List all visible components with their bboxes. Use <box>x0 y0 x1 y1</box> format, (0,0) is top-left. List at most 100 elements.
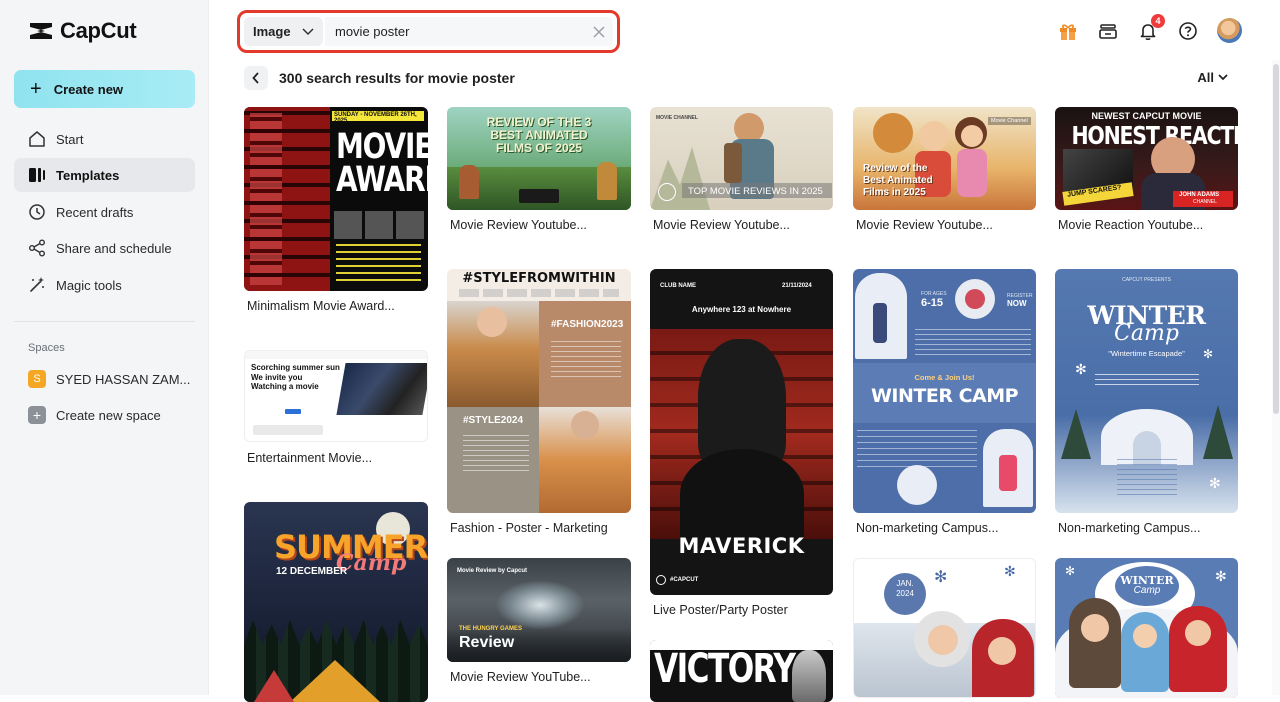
scrollbar-thumb[interactable] <box>1273 64 1279 414</box>
poster-title: Review <box>459 634 515 651</box>
sidebar-item-start[interactable]: Start <box>14 122 195 156</box>
help-button[interactable] <box>1177 20 1199 42</box>
poster-title: VICTORY <box>654 646 796 692</box>
snowflake-icon: ✻ <box>934 569 948 586</box>
filter-value: All <box>1197 70 1214 85</box>
user-avatar[interactable] <box>1217 18 1242 43</box>
share-icon <box>29 239 45 257</box>
template-card-winter-january[interactable]: JAN. 2024 ✻ ✻ <box>853 558 1036 698</box>
chevron-left-icon <box>252 72 259 84</box>
poster-tag: #FASHION2023 <box>551 319 624 330</box>
template-card-movie-reaction[interactable]: NEWEST CAPCUT MOVIE HONEST REACTION JUMP… <box>1055 107 1238 232</box>
search-bar: Image <box>237 10 620 53</box>
template-title: Movie Reaction Youtube... <box>1058 218 1204 232</box>
results-count-title: 300 search results for movie poster <box>279 70 515 86</box>
template-card-winter-camp-escapade[interactable]: CAPCUT PRESENTS WINTER Camp "Wintertime … <box>1055 269 1238 535</box>
template-title: Non-marketing Campus... <box>856 521 999 535</box>
template-card-entertainment-movie[interactable]: Scorching summer sun We invite you Watch… <box>244 350 428 465</box>
poster-line: FILMS OF 2025 <box>495 141 583 155</box>
poster-line: Watching a movie <box>251 382 319 391</box>
poster-date: SUNDAY - NOVEMBER 26TH, 2025 <box>334 112 417 124</box>
sidebar-item-label: Share and schedule <box>56 240 172 256</box>
space-item-label: SYED HASSAN ZAM... <box>56 371 191 387</box>
poster-kicker: CAPCUT PRESENTS <box>1122 277 1171 283</box>
search-type-dropdown[interactable]: Image <box>244 17 323 46</box>
template-thumbnail: #STYLEFROMWITHIN #FASHION2023 #STYLE2024 <box>447 269 631 513</box>
poster-title: MOVIE AWARD <box>336 130 428 200</box>
poster-tag: #STYLE2024 <box>463 415 524 426</box>
template-card-top-movie-reviews[interactable]: MOVIE CHANNEL TOP MOVIE REVIEWS IN 2025 … <box>650 107 833 232</box>
app-name: CapCut <box>60 18 137 43</box>
create-new-space-button[interactable]: + Create new space <box>14 400 195 430</box>
template-thumbnail: CLUB NAME 21/11/2024 Anywhere 123 at Now… <box>650 269 833 595</box>
template-thumbnail: Review of the Best Animated Films in 202… <box>853 107 1036 210</box>
poster-date: 21/11/2024 <box>782 283 812 289</box>
template-thumbnail: VICTORY <box>650 640 833 702</box>
home-icon <box>29 131 45 147</box>
template-title: Minimalism Movie Award... <box>247 299 395 313</box>
clear-search-button[interactable] <box>593 25 605 43</box>
notifications-button[interactable]: 4 <box>1137 13 1165 42</box>
poster-title-line: AWARD <box>336 160 428 200</box>
template-thumbnail: FOR AGES 6-15 REGISTER NOW Come & Join U… <box>853 269 1036 513</box>
poster-headline: Review of the Best Animated Films in 202… <box>863 163 933 199</box>
capcut-logo[interactable]: CapCut <box>28 18 137 44</box>
template-card-winter-camp-kids[interactable]: WINTER Camp ✻ ✻ <box>1055 558 1238 698</box>
plus-icon: + <box>30 78 42 100</box>
template-card-summer-camp[interactable]: SUMMER Camp 12 DECEMBER <box>244 502 428 702</box>
sidebar-item-label: Start <box>56 131 84 147</box>
template-title: Movie Review Youtube... <box>450 218 587 232</box>
template-title: Movie Review Youtube... <box>653 218 790 232</box>
capcut-logo-icon <box>30 23 52 39</box>
poster-line: Films in 2025 <box>863 187 926 198</box>
create-new-button[interactable]: + Create new <box>14 70 195 108</box>
poster-venue: Anywhere 123 at Nowhere <box>691 305 792 314</box>
sidebar-item-share-and-schedule[interactable]: Share and schedule <box>14 231 195 265</box>
sidebar-item-magic-tools[interactable]: Magic tools <box>14 268 195 302</box>
poster-headline: TOP MOVIE REVIEWS IN 2025 <box>688 186 823 197</box>
spaces-heading: Spaces <box>28 342 65 354</box>
snowflake-icon: ✻ <box>1004 563 1016 579</box>
poster-subtitle: THE HUNGRY GAMES <box>459 626 523 632</box>
help-icon <box>1179 21 1197 40</box>
space-item-personal[interactable]: S SYED HASSAN ZAM... <box>14 364 195 394</box>
poster-host-sub: CHANNEL <box>1193 199 1217 205</box>
back-button[interactable] <box>244 66 268 90</box>
space-avatar: S <box>28 370 46 388</box>
template-card-fashion-poster[interactable]: #STYLEFROMWITHIN #FASHION2023 #STYLE2024… <box>447 269 631 535</box>
results-filter-dropdown[interactable]: All <box>1197 70 1228 85</box>
sidebar-item-recent-drafts[interactable]: Recent drafts <box>14 195 195 229</box>
search-input[interactable] <box>325 17 613 46</box>
template-title: Entertainment Movie... <box>247 451 373 465</box>
template-thumbnail: Movie Review by Capcut THE HUNGRY GAMES … <box>447 558 631 662</box>
template-card-winter-camp-collage[interactable]: FOR AGES 6-15 REGISTER NOW Come & Join U… <box>853 269 1036 535</box>
search-type-value: Image <box>253 24 291 39</box>
template-card-movie-award[interactable]: SUNDAY - NOVEMBER 26TH, 2025 MOVIE AWARD… <box>244 107 428 313</box>
notification-count-badge: 4 <box>1151 13 1165 28</box>
sidebar-item-templates[interactable]: Templates <box>14 158 195 192</box>
poster-channel: Movie Channel <box>988 117 1031 125</box>
template-thumbnail: CAPCUT PRESENTS WINTER Camp "Wintertime … <box>1055 269 1238 513</box>
template-card-victory[interactable]: VICTORY <box>650 640 833 702</box>
poster-host: JOHN ADAMS <box>1179 192 1220 198</box>
template-thumbnail: WINTER Camp ✻ ✻ <box>1055 558 1238 698</box>
template-card-movie-review-hungry-games[interactable]: Movie Review by Capcut THE HUNGRY GAMES … <box>447 558 631 684</box>
poster-kicker: NEWEST CAPCUT MOVIE <box>1091 111 1202 121</box>
poster-subtitle: Camp <box>1133 585 1161 596</box>
template-title: Live Poster/Party Poster <box>653 603 788 617</box>
poster-club: CLUB NAME <box>660 283 696 289</box>
gift-button[interactable] <box>1057 20 1079 42</box>
template-title: Movie Review Youtube... <box>856 218 993 232</box>
template-card-maverick-party-poster[interactable]: CLUB NAME 21/11/2024 Anywhere 123 at Now… <box>650 269 833 617</box>
gift-icon <box>1060 23 1076 40</box>
storage-button[interactable] <box>1097 20 1119 42</box>
template-thumbnail: NEWEST CAPCUT MOVIE HONEST REACTION JUMP… <box>1055 107 1238 210</box>
template-thumbnail: SUNDAY - NOVEMBER 26TH, 2025 MOVIE AWARD <box>244 107 428 291</box>
template-card-movie-review-animated[interactable]: REVIEW OF THE 3 BEST ANIMATED FILMS OF 2… <box>447 107 631 232</box>
poster-year: 2024 <box>896 589 914 598</box>
templates-icon <box>29 168 45 182</box>
template-card-movie-review-best-animated[interactable]: Review of the Best Animated Films in 202… <box>853 107 1036 232</box>
snowflake-icon: ✻ <box>1065 564 1076 578</box>
sidebar-item-label: Magic tools <box>56 277 122 293</box>
poster-date: 12 DECEMBER <box>276 566 348 577</box>
